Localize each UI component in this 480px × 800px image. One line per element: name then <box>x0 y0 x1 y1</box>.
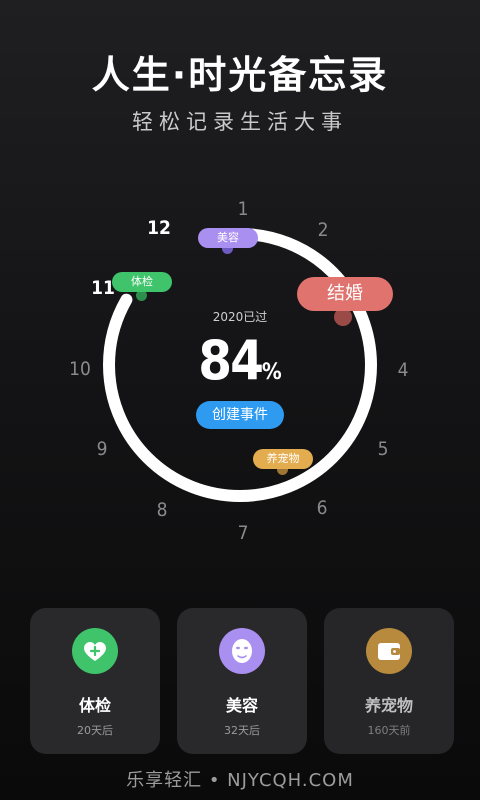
percent-sign: % <box>261 360 282 385</box>
event-tag-beauty[interactable]: 美容 <box>198 228 258 248</box>
card-title: 养宠物 <box>364 696 413 715</box>
percent-readout: 84% <box>180 330 300 392</box>
event-card-pet[interactable]: 养宠物 160天前 <box>324 608 454 754</box>
hour-label-7: 7 <box>237 522 249 544</box>
year-progress-dial: 1 2 3 4 5 6 7 8 9 10 11 12 美容 体检 结婚 养宠物 … <box>0 0 480 600</box>
watermark: 乐享轻汇 • NJYCQH.COM <box>126 770 354 791</box>
card-countdown: 160天前 <box>367 724 411 737</box>
card-countdown: 32天后 <box>224 724 260 737</box>
event-tag-checkup[interactable]: 体检 <box>112 272 172 292</box>
hour-label-8: 8 <box>156 499 168 521</box>
percent-value: 84 <box>198 329 264 392</box>
hour-label-2: 2 <box>317 219 329 241</box>
progress-ring <box>103 228 377 502</box>
hour-label-4: 4 <box>397 359 409 381</box>
wallet-icon <box>366 628 412 674</box>
heart-plus-icon <box>72 628 118 674</box>
hour-label-12: 12 <box>147 217 171 239</box>
hour-label-10: 10 <box>69 358 91 380</box>
event-tag-pet[interactable]: 养宠物 <box>253 449 313 469</box>
event-tag-wedding[interactable]: 结婚 <box>297 277 393 311</box>
year-elapsed-label: 2020已过 <box>212 310 268 324</box>
hour-label-1: 1 <box>237 198 249 220</box>
hour-label-5: 5 <box>377 438 389 460</box>
card-title: 美容 <box>225 696 258 715</box>
event-card-checkup[interactable]: 体检 20天后 <box>30 608 160 754</box>
face-mask-icon <box>219 628 265 674</box>
hour-label-9: 9 <box>96 438 108 460</box>
create-event-button[interactable]: 创建事件 <box>196 401 284 429</box>
event-cards: 体检 20天后 美容 32天后 养宠物 160天前 <box>0 608 480 754</box>
hour-label-6: 6 <box>316 497 328 519</box>
card-title: 体检 <box>78 696 111 715</box>
event-card-beauty[interactable]: 美容 32天后 <box>177 608 307 754</box>
card-countdown: 20天后 <box>77 724 113 737</box>
